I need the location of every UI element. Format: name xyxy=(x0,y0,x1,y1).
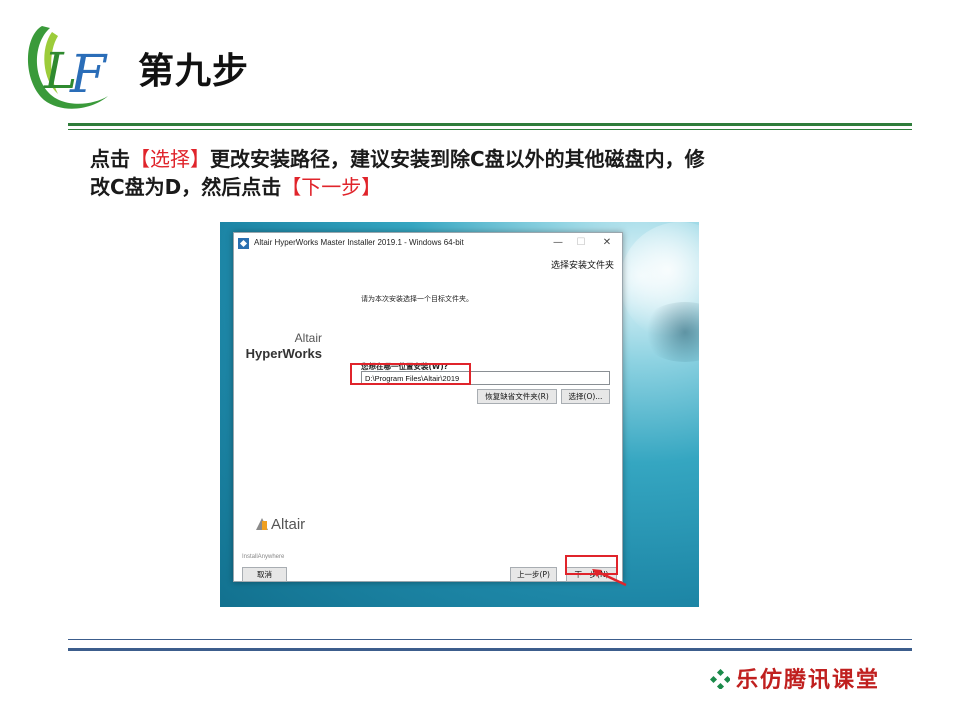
cancel-button[interactable]: 取消 xyxy=(242,567,287,582)
altair-logo: Altair xyxy=(256,516,305,533)
bottom-rule-thin xyxy=(68,639,912,640)
lf-logo: L F xyxy=(28,26,108,109)
top-rule-thin xyxy=(68,129,912,130)
svg-text:F: F xyxy=(69,45,108,105)
section-title: 选择安装文件夹 xyxy=(550,261,614,271)
installer-dialog: Altair HyperWorks Master Installer 2019.… xyxy=(233,232,623,582)
choose-folder-button[interactable]: 选择(O)... xyxy=(561,389,610,404)
altair-logo-icon xyxy=(256,518,268,530)
path-highlight-box xyxy=(350,363,471,385)
highlight-next: 【下一步】 xyxy=(281,175,382,199)
bottom-rule-thick xyxy=(68,648,912,651)
installer-screenshot: Altair HyperWorks Master Installer 2019.… xyxy=(220,222,699,607)
altair-hyperworks-brand: Altair HyperWorks xyxy=(240,331,322,361)
brand-altair: Altair xyxy=(294,331,322,345)
diamond-cluster-icon xyxy=(710,669,730,689)
instruction-text: 点击【选择】更改安装路径，建议安装到除C盘以外的其他磁盘内，修 改C盘为D，然后… xyxy=(90,147,705,199)
maximize-button[interactable]: ☐ xyxy=(570,235,592,251)
app-icon xyxy=(238,238,249,249)
previous-button[interactable]: 上一步(P) xyxy=(510,567,557,582)
restore-default-folder-button[interactable]: 恢复缺省文件夹(R) xyxy=(477,389,557,404)
window-titlebar[interactable]: Altair HyperWorks Master Installer 2019.… xyxy=(234,233,622,255)
pointer-arrow-icon xyxy=(592,569,627,587)
folder-prompt: 请为本次安装选择一个目标文件夹。 xyxy=(361,295,473,303)
window-title: Altair HyperWorks Master Installer 2019.… xyxy=(254,238,464,247)
footer-brand: 乐仿腾讯课堂 xyxy=(710,662,880,694)
brand-hyperworks: HyperWorks xyxy=(245,346,322,361)
minimize-button[interactable]: — xyxy=(547,235,569,251)
top-rule-thick xyxy=(68,123,912,126)
installanywhere-label: InstallAnywhere xyxy=(242,554,285,560)
close-button[interactable]: ✕ xyxy=(596,235,618,251)
slide-title: 第九步 xyxy=(138,51,250,92)
highlight-choose: 【选择】 xyxy=(130,147,210,171)
